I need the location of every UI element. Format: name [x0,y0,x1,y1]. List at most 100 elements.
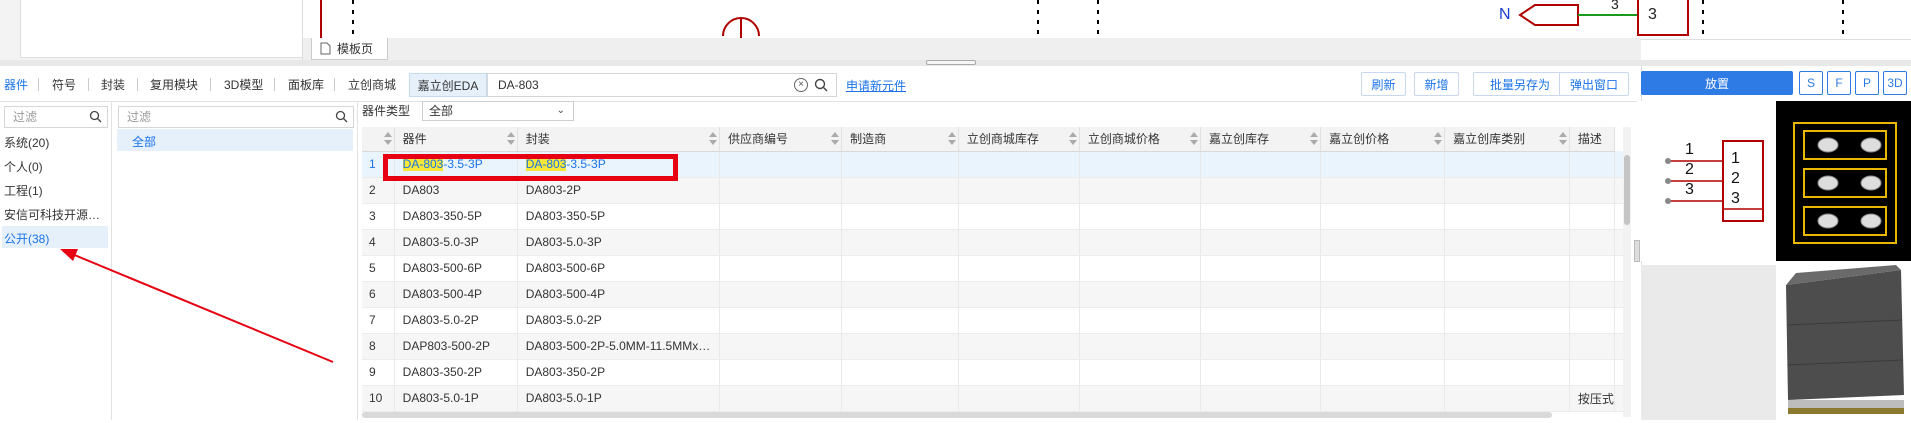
part-cell: DA803-500-4P [394,281,518,308]
column-header-package[interactable]: 封装 [517,127,721,152]
jlc-stock-cell [1200,203,1322,230]
library-filter-input[interactable]: 过滤 [4,106,108,128]
lcsc-stock-cell [958,203,1080,230]
row-index: 5 [362,255,395,282]
search-icon[interactable] [814,78,828,92]
view-3d-button[interactable]: 3D [1883,71,1907,95]
add-button[interactable]: 新增 [1414,72,1459,96]
lcsc-price-cell [1079,385,1201,412]
jlc-category-cell [1444,203,1570,230]
table-horizontal-scrollbar[interactable] [362,412,1552,418]
manufacturer-cell [841,229,959,256]
table-row[interactable]: 10 DA803-5.0-1P DA803-5.0-1P 按压式 [362,385,1624,412]
nav-reuse-blocks[interactable]: 复用模块 [150,76,198,93]
nav-3d-models[interactable]: 3D模型 [224,76,263,93]
table-row[interactable]: 4 DA803-5.0-3P DA803-5.0-3P [362,229,1624,256]
library-personal[interactable]: 个人(0) [4,158,108,175]
nav-divider [334,78,335,91]
column-header-lcsc-stock[interactable]: 立创商城库存 [958,127,1080,152]
description-cell [1569,255,1616,282]
column-header-supplier-no[interactable]: 供应商编号 [719,127,843,152]
column-header-manufacturer[interactable]: 制造商 [841,127,959,152]
column-header-jlc-category[interactable]: 嘉立创库类别 [1444,127,1570,152]
jlc-category-cell [1444,307,1570,334]
symbol-preview: 1 2 3 1 2 3 [1641,101,1776,261]
jlc-stock-cell [1200,151,1322,178]
jlc-category-cell [1444,281,1570,308]
jlc-stock-cell [1200,281,1322,308]
3d-model-render [1776,265,1911,420]
search-input[interactable]: DA-803 × [487,73,837,97]
column-header-jlc-price[interactable]: 嘉立创价格 [1320,127,1446,152]
package-cell: DA803-500-6P [517,255,721,282]
table-row[interactable]: 7 DA803-5.0-2P DA803-5.0-2P [362,307,1624,334]
package-cell: DA803-500-2P-5.0MM-11.5MMx… [517,333,721,360]
category-all[interactable]: 全部 [132,133,156,150]
lcsc-price-cell [1079,255,1201,282]
column-header-jlc-stock[interactable]: 嘉立创库存 [1200,127,1322,152]
table-row[interactable]: 3 DA803-350-5P DA803-350-5P [362,203,1624,230]
jlc-price-cell [1320,177,1446,204]
table-row[interactable]: 5 DA803-500-6P DA803-500-6P [362,255,1624,282]
column-header-description[interactable]: 描述 [1569,127,1616,152]
lcsc-price-cell [1079,333,1201,360]
column-header-lcsc-price[interactable]: 立创商城价格 [1079,127,1201,152]
nav-divider [38,78,39,91]
jlc-price-cell [1320,203,1446,230]
table-scroll-thumb[interactable] [1624,155,1630,225]
apply-new-component-link[interactable]: 申请新元件 [846,77,906,94]
table-row[interactable]: 9 DA803-350-2P DA803-350-2P [362,359,1624,386]
supplier-cell [719,255,843,282]
nav-jlc-eda[interactable]: 嘉立创EDA [409,73,487,97]
table-row[interactable]: 8 DAP803-500-2P DA803-500-2P-5.0MM-11.5MMx… [362,333,1624,360]
category-filter-input[interactable]: 过滤 [118,106,354,128]
library-project[interactable]: 工程(1) [4,182,108,199]
package-cell: DA803-5.0-2P [517,307,721,334]
lcsc-stock-cell [958,385,1080,412]
popup-window-button[interactable]: 弹出窗口 [1559,72,1629,96]
footprint-preview [1776,101,1911,261]
nav-footprints[interactable]: 封装 [101,76,125,93]
column-header-part[interactable]: 器件 [394,127,518,152]
symbol-drawing [1665,140,1764,222]
nav-panel-library[interactable]: 面板库 [288,76,324,93]
refresh-button[interactable]: 刷新 [1361,72,1406,96]
jlc-stock-cell [1200,359,1322,386]
search-icon[interactable] [89,110,102,123]
package-cell: DA803-350-2P [517,359,721,386]
batch-save-as-button[interactable]: 批量另存为 [1473,72,1567,96]
search-icon[interactable] [335,110,348,123]
clear-icon[interactable]: × [794,78,808,92]
nav-components[interactable]: 器件 [4,76,28,93]
library-system[interactable]: 系统(20) [4,134,108,151]
view-pcb-button[interactable]: P [1855,71,1879,95]
jlc-category-cell [1444,177,1570,204]
supplier-cell [719,151,843,178]
manufacturer-cell [841,359,959,386]
component-type-select[interactable]: 全部 ⌄ [422,101,574,121]
nav-symbols[interactable]: 符号 [52,76,76,93]
schematic-drawing [320,0,1844,39]
jlc-category-cell [1444,229,1570,256]
net-label-n: N [1499,6,1511,23]
lcsc-stock-cell [958,281,1080,308]
row-index: 8 [362,333,395,360]
jlc-stock-cell [1200,385,1322,412]
category-filter-placeholder: 过滤 [127,110,152,124]
view-symbol-button[interactable]: S [1799,71,1823,95]
jlc-price-cell [1320,151,1446,178]
place-button[interactable]: 放置 [1641,71,1793,95]
lcsc-stock-cell [958,177,1080,204]
jlc-price-cell [1320,229,1446,256]
schematic-canvas[interactable]: N 3 3 [303,0,1911,40]
supplier-cell [719,385,843,412]
tab-template-page[interactable]: 模板页 [311,38,388,60]
nav-lcsc[interactable]: 立创商城 [348,76,396,93]
panel-collapse-handle[interactable] [1634,240,1640,262]
manufacturer-cell [841,203,959,230]
library-ai-thinker[interactable]: 安信可科技开源… [4,206,108,223]
splitter-grip[interactable] [926,60,976,65]
view-footprint-button[interactable]: F [1827,71,1851,95]
part-cell: DA803-5.0-3P [394,229,518,256]
table-row[interactable]: 6 DA803-500-4P DA803-500-4P [362,281,1624,308]
